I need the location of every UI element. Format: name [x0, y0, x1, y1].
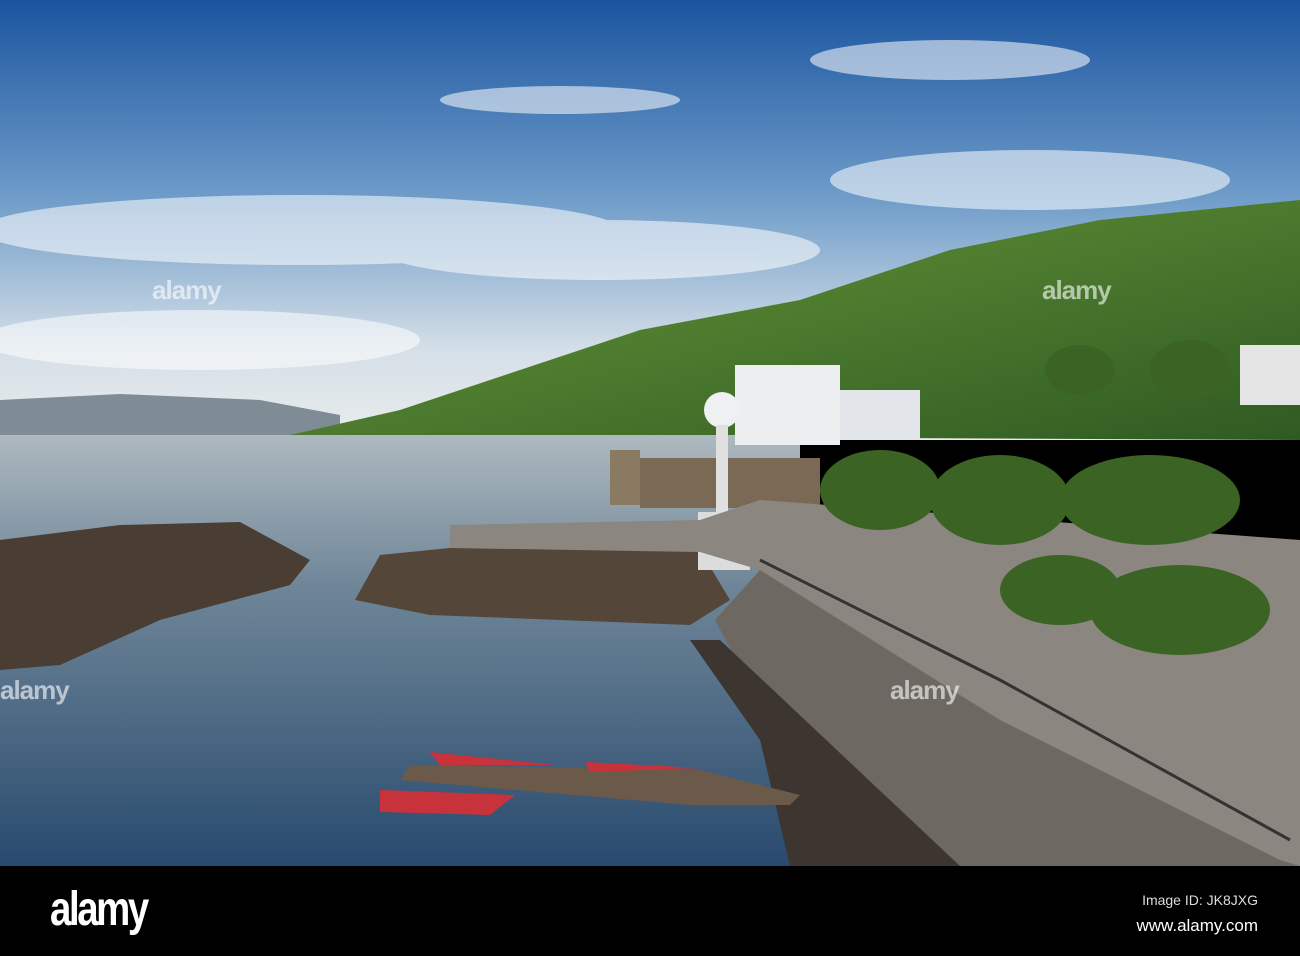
watermark: alamy [890, 675, 960, 705]
footer-bar: alamy Image ID: JK8JXG www.alamy.com [0, 866, 1300, 956]
lakeside-photo [0, 0, 1300, 866]
watermark: alamy [1042, 275, 1112, 305]
stock-photo: alamy alamy alamy alamy alamy Image ID: … [0, 0, 1300, 956]
watermark: alamy [152, 275, 222, 305]
website-link[interactable]: www.alamy.com [1136, 916, 1258, 936]
alamy-logo: alamy [50, 883, 149, 936]
image-id: Image ID: JK8JXG [1142, 892, 1258, 908]
watermark: alamy [0, 675, 70, 705]
